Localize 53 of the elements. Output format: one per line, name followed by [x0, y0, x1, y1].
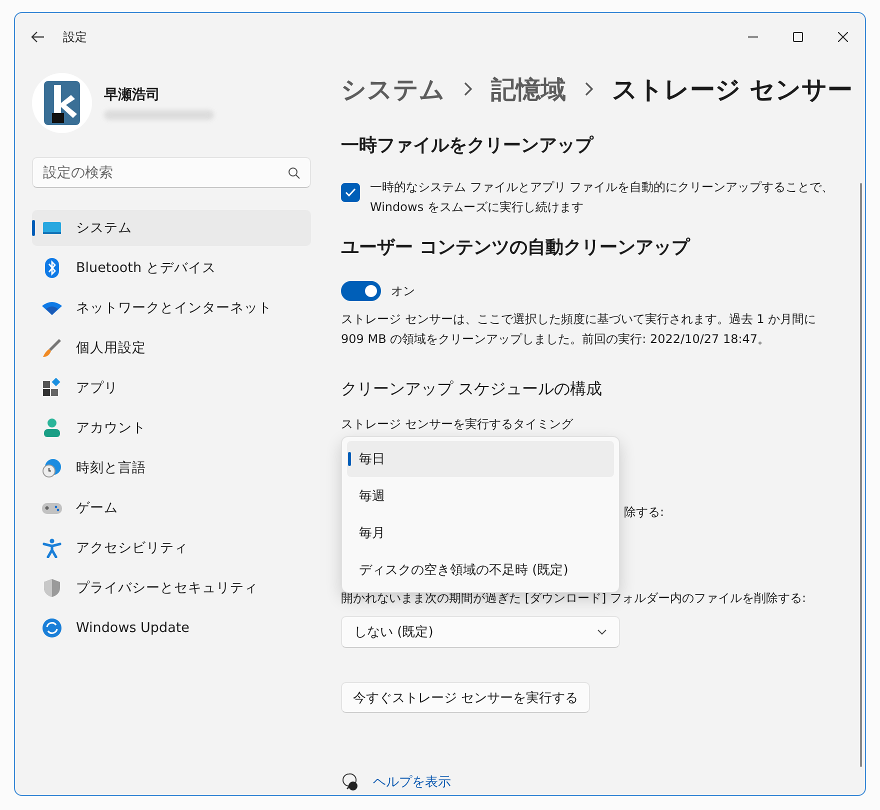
nav-item[interactable]: 時刻と言語: [32, 450, 311, 486]
nav-item[interactable]: プライバシーとセキュリティ: [32, 570, 311, 606]
user-name: 早瀬浩司: [104, 86, 161, 104]
section-heading: ユーザー コンテンツの自動クリーンアップ: [341, 236, 692, 259]
help-icon: [341, 773, 359, 791]
nav-item[interactable]: システム: [32, 210, 311, 246]
nav-item[interactable]: ゲーム: [32, 490, 311, 526]
person-icon: [42, 418, 62, 438]
nav-item[interactable]: ネットワークとインターネット: [32, 290, 311, 326]
checkmark-icon: [345, 188, 356, 197]
scrollbar[interactable]: [860, 183, 862, 767]
menu-option[interactable]: 毎週: [347, 478, 614, 514]
nav-item[interactable]: アプリ: [32, 370, 311, 406]
field-label: 除する:: [624, 504, 664, 521]
toggle-switch[interactable]: [341, 281, 381, 301]
chevron-icon: [584, 82, 594, 96]
update-icon: [42, 618, 62, 638]
brush-icon: [42, 338, 62, 358]
checkbox-label: 一時的なシステム ファイルとアプリ ファイルを自動的にクリーンアップすることで、Windows をスムーズに実行し続けます: [370, 179, 835, 216]
shield-icon: [42, 578, 62, 598]
back-arrow-icon[interactable]: [31, 31, 45, 43]
search-field[interactable]: 設定の検索: [32, 157, 311, 188]
section-heading: 一時ファイルをクリーンアップ: [341, 134, 595, 157]
run-now-button[interactable]: 今すぐストレージ センサーを実行する: [341, 682, 590, 713]
breadcrumb-item[interactable]: 記憶域: [491, 72, 566, 106]
menu-option[interactable]: 毎日: [347, 441, 614, 477]
help-link[interactable]: ヘルプを表示: [373, 773, 451, 791]
menu-option[interactable]: ディスクの空き領域の不足時 (既定): [347, 552, 614, 588]
menu-option[interactable]: 毎月: [347, 515, 614, 551]
field-label: ストレージ センサーを実行するタイミング: [341, 416, 573, 433]
chevron-icon: [463, 82, 473, 96]
checkbox[interactable]: [341, 183, 360, 202]
dropdown[interactable]: しない (既定): [341, 616, 620, 648]
close-icon: [838, 32, 848, 42]
toggle-label: オン: [391, 283, 415, 300]
user-avatar[interactable]: [32, 73, 92, 133]
breadcrumb-item: ストレージ センサー: [612, 74, 853, 106]
nav-item[interactable]: アカウント: [32, 410, 311, 446]
nav-item[interactable]: Bluetooth とデバイス: [32, 250, 311, 286]
accessibility-icon: [42, 538, 62, 558]
nav-item[interactable]: Windows Update: [32, 610, 311, 646]
nav-item[interactable]: アクセシビリティ: [32, 530, 311, 566]
chevron-down-icon: [597, 629, 607, 635]
maximize-icon: [792, 32, 802, 42]
apps-icon: [42, 378, 62, 398]
description-text: ストレージ センサーは、ここで選択した頻度に基づいて実行されます。過去 1 か月間に 909 MB の領域をクリーンアップしました。前回の実行: 2022/10/27 18:47。: [341, 311, 818, 348]
search-icon: [288, 167, 300, 179]
window-title: 設定: [63, 28, 87, 46]
bluetooth-icon: [42, 258, 62, 278]
breadcrumb-item[interactable]: システム: [341, 72, 445, 106]
nav-item[interactable]: 個人用設定: [32, 330, 311, 366]
subsection-heading: クリーンアップ スケジュールの構成: [341, 379, 604, 400]
globe-clock-icon: [42, 458, 62, 478]
